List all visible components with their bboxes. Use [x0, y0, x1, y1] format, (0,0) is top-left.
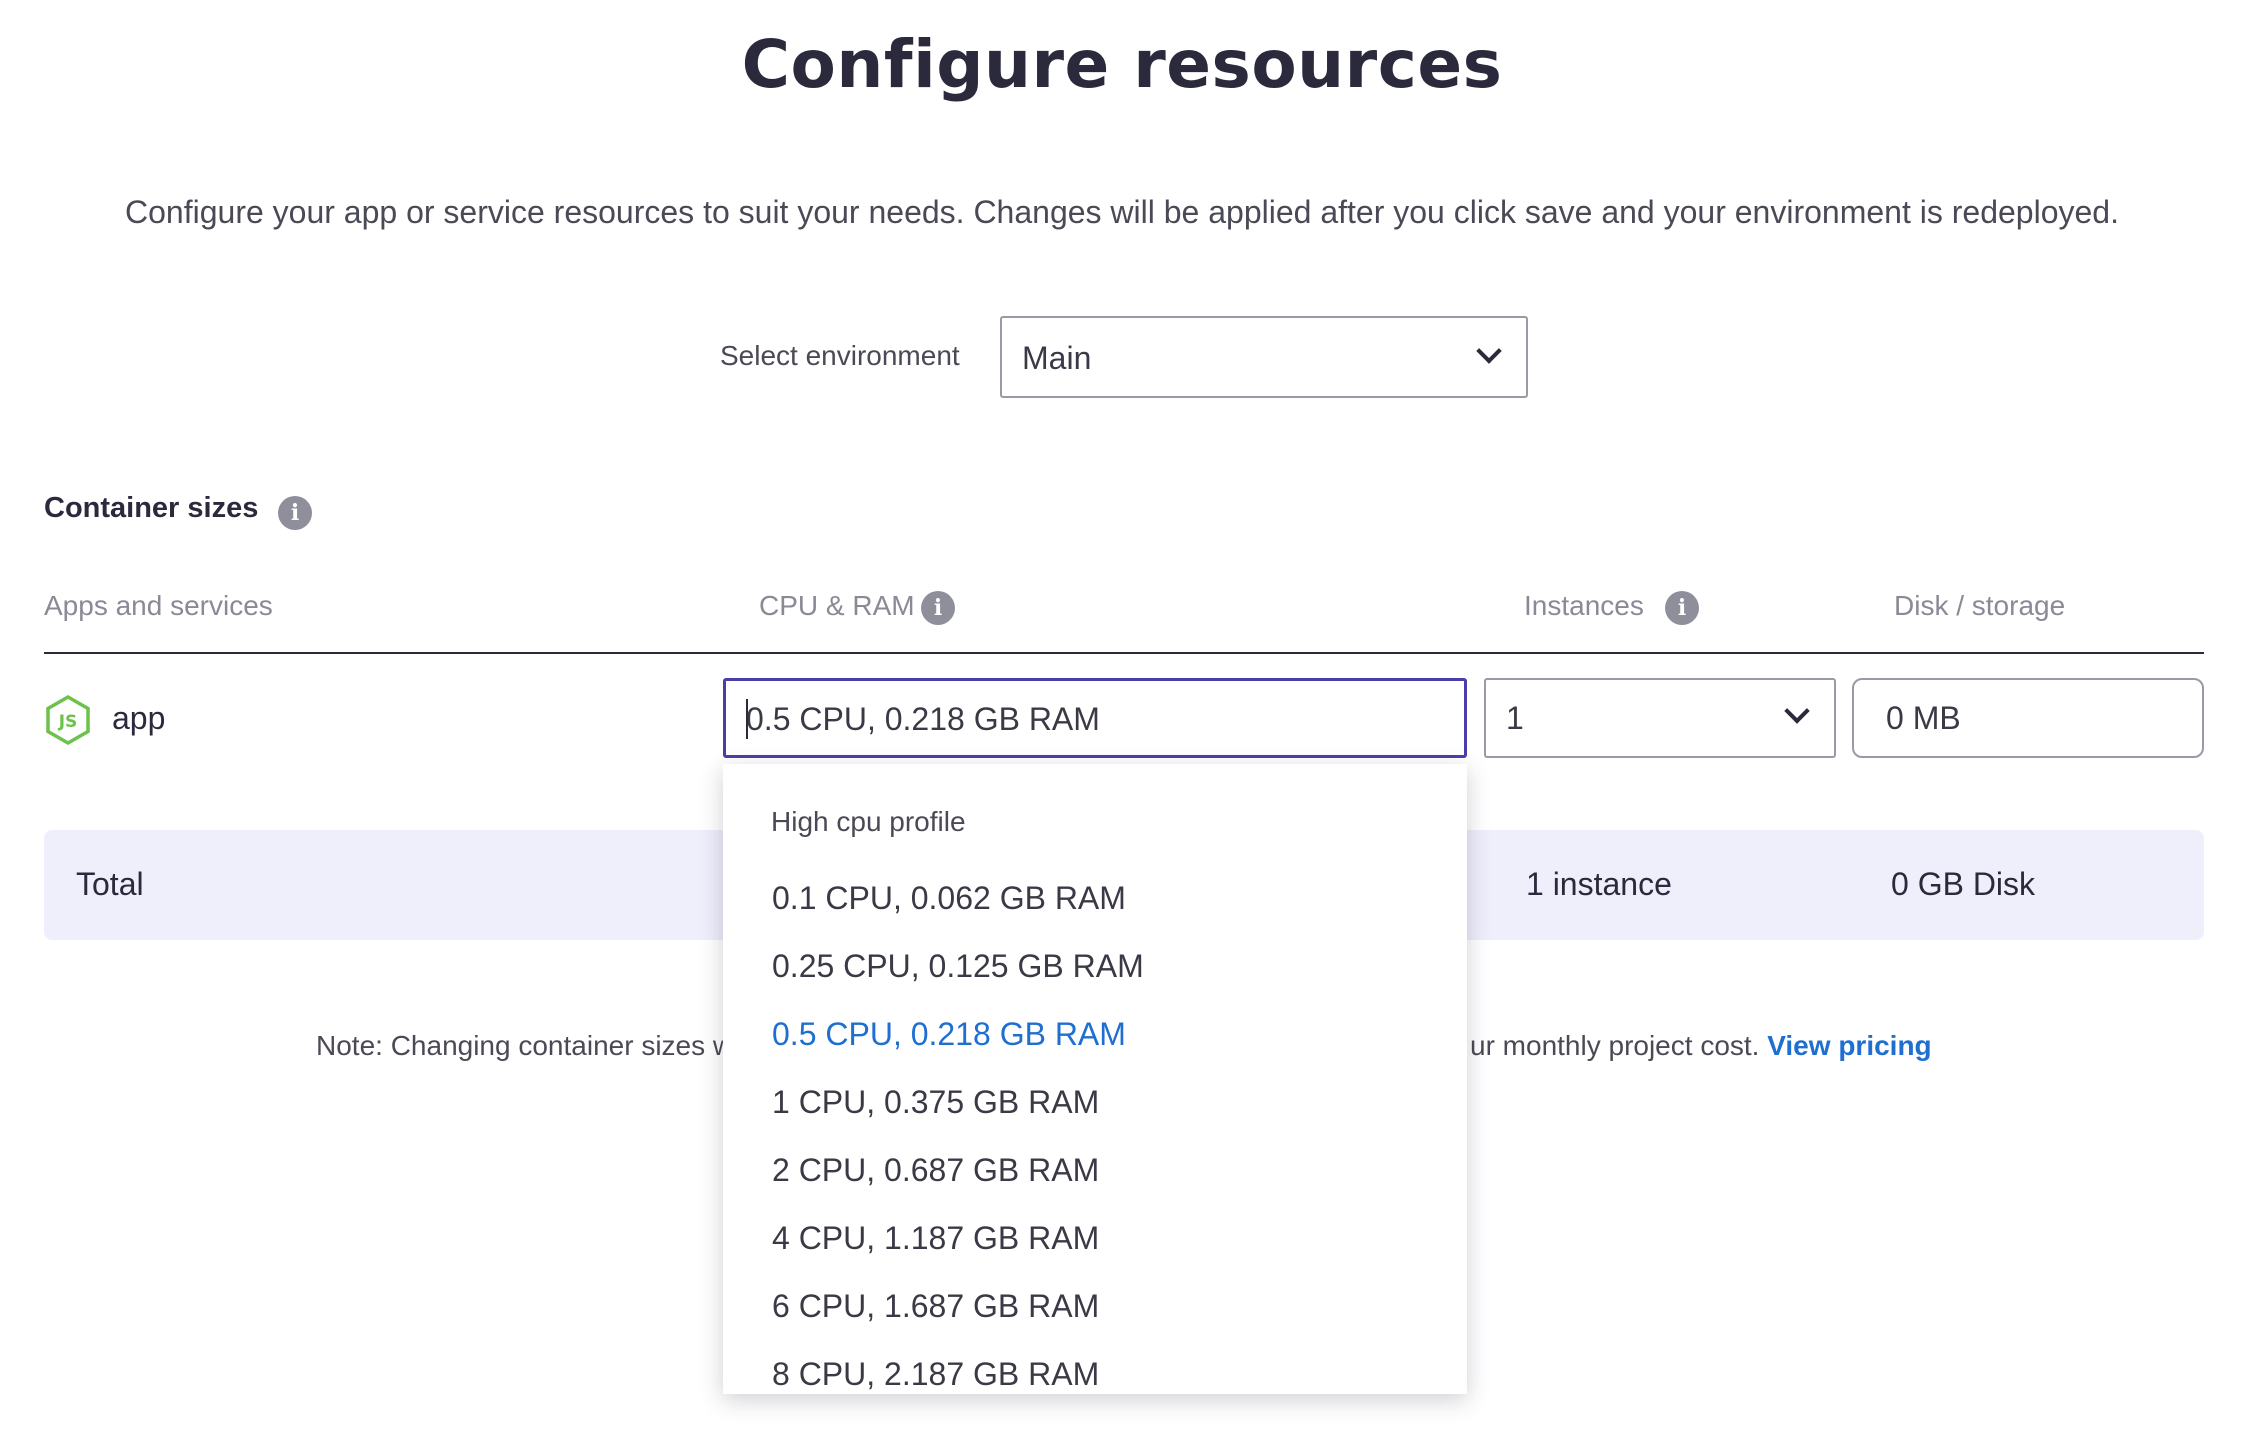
cpu-ram-input-value: 0.5 CPU, 0.218 GB RAM: [746, 701, 1100, 737]
instances-select[interactable]: 1: [1484, 678, 1836, 758]
dropdown-option[interactable]: 0.25 CPU, 0.125 GB RAM: [772, 948, 1144, 985]
environment-label: Select environment: [720, 340, 960, 371]
column-header-apps: Apps and services: [44, 590, 273, 621]
dropdown-option[interactable]: 1 CPU, 0.375 GB RAM: [772, 1084, 1099, 1121]
disk-input[interactable]: 0 MB: [1852, 678, 2204, 758]
pricing-note: Note: Changing container sizes w ur mont…: [316, 1030, 1932, 1062]
note-text-end: ur monthly project cost. View pricing: [1470, 1030, 1932, 1062]
chevron-down-icon: [1784, 698, 1810, 724]
text-caret: [746, 699, 748, 739]
svg-text:JS: JS: [58, 712, 78, 732]
note-text-start: Note: Changing container sizes w: [316, 1030, 734, 1061]
chevron-down-icon: [1476, 338, 1502, 364]
column-header-cpu-ram: CPU & RAM: [759, 590, 915, 621]
view-pricing-link[interactable]: View pricing: [1767, 1030, 1931, 1061]
total-label: Total: [76, 866, 144, 902]
app-name: app: [112, 700, 166, 736]
header-divider: [44, 652, 2204, 654]
column-header-disk: Disk / storage: [1894, 590, 2066, 621]
dropdown-option-selected[interactable]: 0.5 CPU, 0.218 GB RAM: [772, 1016, 1126, 1053]
instances-select-value: 1: [1506, 700, 1524, 736]
dropdown-option[interactable]: 4 CPU, 1.187 GB RAM: [772, 1220, 1099, 1257]
total-disk: 0 GB Disk: [1891, 866, 2036, 902]
environment-select-value: Main: [1022, 340, 1092, 376]
dropdown-option[interactable]: 8 CPU, 2.187 GB RAM: [772, 1356, 1099, 1393]
environment-select[interactable]: Main: [1000, 316, 1528, 398]
info-icon[interactable]: i: [1665, 591, 1699, 625]
environment-row: Select environment Main: [0, 316, 2244, 398]
disk-input-value: 0 MB: [1886, 700, 1961, 736]
cpu-ram-input[interactable]: 0.5 CPU, 0.218 GB RAM: [723, 678, 1467, 758]
dropdown-group-label: High cpu profile: [771, 806, 966, 837]
container-sizes-title: Container sizes: [44, 492, 259, 524]
total-instances: 1 instance: [1526, 866, 1672, 902]
dropdown-option[interactable]: 0.1 CPU, 0.062 GB RAM: [772, 880, 1126, 917]
page-title: Configure resources: [741, 26, 1503, 103]
cpu-ram-dropdown[interactable]: High cpu profile 0.1 CPU, 0.062 GB RAM 0…: [723, 764, 1467, 1394]
dropdown-option[interactable]: 2 CPU, 0.687 GB RAM: [772, 1152, 1099, 1189]
nodejs-icon: JS: [46, 694, 90, 746]
column-header-instances: Instances: [1524, 590, 1644, 621]
info-icon[interactable]: i: [278, 496, 312, 530]
note-text-end-content: ur monthly project cost.: [1470, 1030, 1760, 1061]
page-subtitle: Configure your app or service resources …: [125, 194, 2119, 230]
dropdown-option[interactable]: 6 CPU, 1.687 GB RAM: [772, 1288, 1099, 1325]
info-icon[interactable]: i: [921, 591, 955, 625]
